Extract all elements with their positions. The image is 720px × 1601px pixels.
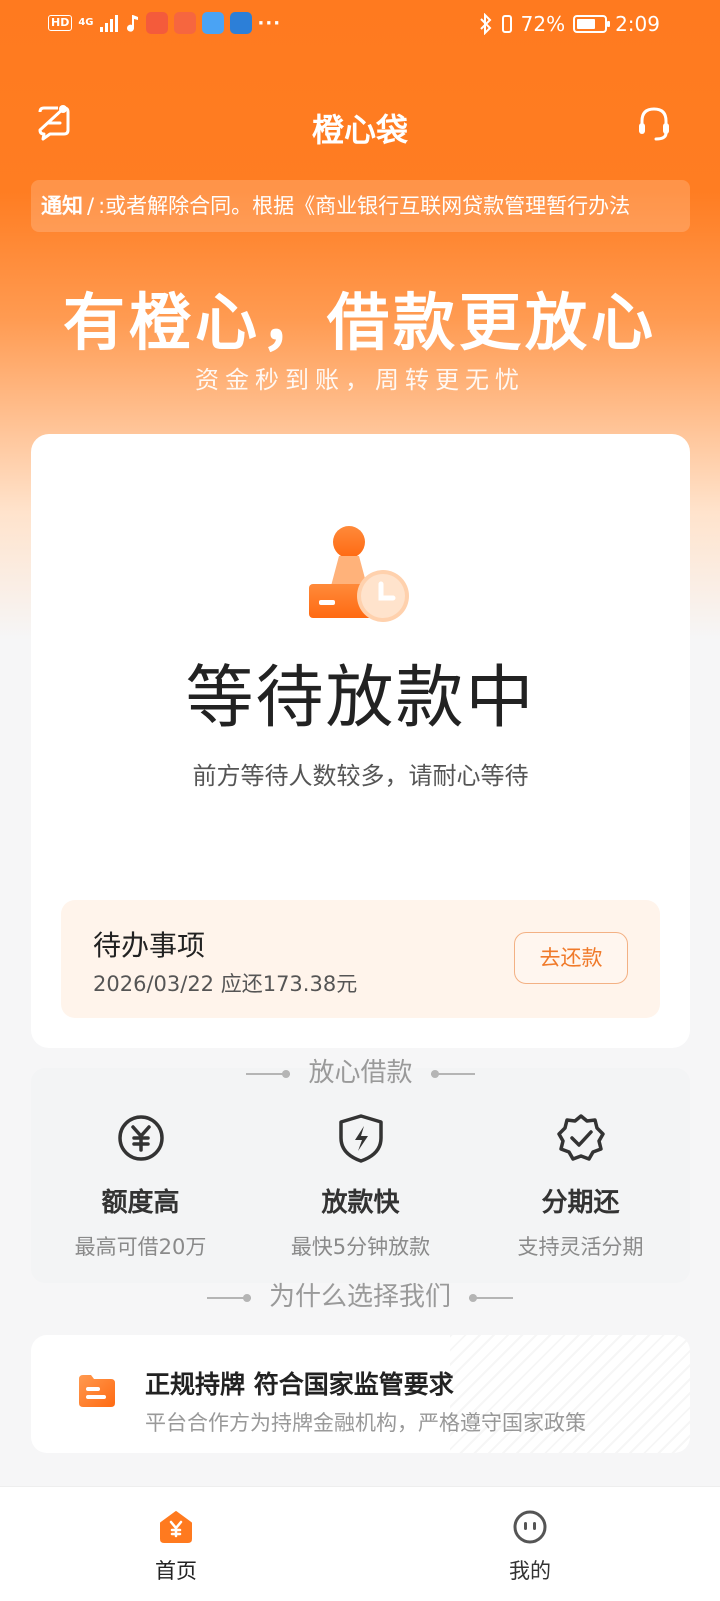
- tab-profile[interactable]: 我的: [430, 1487, 630, 1601]
- tab-home-label: 首页: [155, 1559, 197, 1583]
- why-card-title: 正规持牌 符合国家监管要求: [145, 1370, 454, 1399]
- feature-title: 放款快: [321, 1188, 400, 1218]
- bluetooth-icon: [479, 13, 492, 35]
- todo-detail: 2026/03/22 应还173.38元: [93, 972, 358, 996]
- check-badge-icon: [556, 1114, 605, 1161]
- status-left: HD 4G ···: [48, 12, 281, 34]
- why-heading: 为什么选择我们: [0, 1276, 720, 1313]
- vibrate-icon: [501, 15, 512, 33]
- app-icon-blue: [229, 12, 252, 34]
- yuan-coin-icon: [117, 1115, 164, 1161]
- battery-percent: 72%: [520, 12, 566, 36]
- features-section: 放心借款 额度高 最高可借20万 放款快 最快5分钟放款 分期还 支持灵活分期: [31, 1058, 690, 1283]
- page-title: 橙心袋: [311, 111, 408, 149]
- profile-face-icon: [513, 1510, 547, 1544]
- why-heading-text: 为什么选择我们: [268, 1282, 451, 1312]
- why-card: 正规持牌 符合国家监管要求 平台合作方为持牌金融机构，严格遵守国家政策: [31, 1335, 690, 1453]
- app-icon-red: [145, 12, 168, 34]
- license-icon: [79, 1375, 115, 1407]
- feature-item: 分期还 支持灵活分期: [471, 1112, 690, 1261]
- waiting-stamp-icon: [309, 526, 409, 622]
- heading-divider-left: [206, 1293, 251, 1302]
- feature-item: 额度高 最高可借20万: [31, 1112, 250, 1261]
- more-notifications-icon: ···: [257, 12, 282, 34]
- loan-status-card: 等待放款中 前方等待人数较多，请耐心等待 待办事项 2026/03/22 应还1…: [31, 434, 690, 1048]
- notice-marquee[interactable]: 通知 /:或者解除合同。根据《商业银行互联网贷款管理暂行办法: [31, 180, 690, 232]
- loan-status-description: 前方等待人数较多，请耐心等待: [192, 762, 529, 790]
- headset-icon[interactable]: [634, 103, 674, 143]
- feature-item: 放款快 最快5分钟放款: [251, 1112, 470, 1261]
- loan-status-title: 等待放款中: [185, 659, 536, 738]
- feature-desc: 最高可借20万: [74, 1235, 207, 1259]
- why-card-desc: 平台合作方为持牌金融机构，严格遵守国家政策: [145, 1411, 586, 1435]
- heading-divider-right: [469, 1293, 513, 1302]
- hero-slogan: 有橙心，借款更放心: [62, 286, 657, 359]
- notice-label: 通知: [41, 194, 83, 218]
- notice-separator: /: [87, 194, 95, 218]
- music-note-icon: [126, 15, 138, 32]
- status-bar: HD 4G ··· 72% 2:09: [0, 0, 720, 50]
- network-4g-indicator: 4G: [78, 17, 94, 28]
- feature-title: 额度高: [101, 1188, 180, 1218]
- notice-text: :或者解除合同。根据《商业银行互联网贷款管理暂行办法: [98, 194, 631, 218]
- app-icon-red: [173, 12, 196, 34]
- battery-fill: [577, 19, 595, 29]
- hd-indicator: HD: [48, 15, 73, 31]
- feature-desc: 支持灵活分期: [517, 1235, 644, 1259]
- signal-icon: [99, 14, 118, 32]
- tab-profile-label: 我的: [509, 1559, 551, 1583]
- app-icon-blue-book: [201, 12, 224, 34]
- status-right: 72% 2:09: [479, 12, 660, 36]
- feature-title: 分期还: [541, 1188, 620, 1218]
- clock: 2:09: [615, 12, 660, 36]
- heading-divider-left: [246, 1069, 291, 1078]
- hero-subtitle: 资金秒到账，周转更无忧: [195, 366, 525, 394]
- tab-home[interactable]: 首页: [76, 1487, 276, 1601]
- home-icon: [160, 1511, 192, 1543]
- lightning-shield-icon: [338, 1114, 383, 1163]
- battery-icon: [573, 15, 611, 33]
- heading-divider-right: [430, 1069, 475, 1078]
- features-heading-text: 放心借款: [308, 1058, 413, 1088]
- todo-panel: 待办事项 2026/03/22 应还173.38元 去还款: [61, 900, 660, 1018]
- features-heading: 放心借款: [31, 1052, 690, 1089]
- feature-desc: 最快5分钟放款: [290, 1235, 431, 1259]
- bottom-tab-bar: 首页 我的: [0, 1486, 720, 1601]
- repay-button[interactable]: 去还款: [514, 932, 628, 984]
- todo-title: 待办事项: [93, 929, 206, 962]
- app-header: 橙心袋: [0, 95, 720, 155]
